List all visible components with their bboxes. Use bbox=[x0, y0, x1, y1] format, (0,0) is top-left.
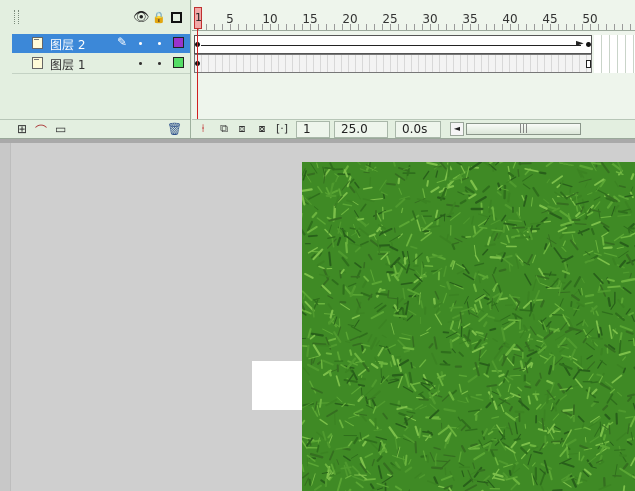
ruler-tick bbox=[334, 24, 335, 30]
ruler-tick bbox=[374, 24, 375, 30]
ruler-tick bbox=[614, 24, 615, 30]
ruler-tick bbox=[414, 24, 415, 30]
ruler-tick bbox=[254, 24, 255, 30]
trash-icon[interactable]: 🗑 bbox=[167, 122, 182, 136]
frame-row-layer-2[interactable]: ► bbox=[192, 35, 635, 54]
ruler-tick bbox=[286, 24, 287, 30]
tween-arrow-line bbox=[201, 45, 581, 46]
ruler-tick bbox=[630, 24, 631, 30]
layer-icon bbox=[32, 37, 43, 49]
grass-image[interactable] bbox=[302, 162, 635, 491]
lock-dot[interactable] bbox=[158, 42, 161, 45]
ruler-tick bbox=[558, 24, 559, 30]
ruler-label: 5 bbox=[226, 12, 234, 26]
playhead[interactable]: 1 bbox=[194, 7, 202, 29]
ruler-label: 10 bbox=[262, 12, 278, 26]
ruler-label: 35 bbox=[462, 12, 478, 26]
visibility-dot[interactable] bbox=[139, 42, 142, 45]
ruler-label: 15 bbox=[302, 12, 318, 26]
playhead-line bbox=[197, 29, 198, 119]
ruler-tick bbox=[534, 24, 535, 30]
stage-left-edge bbox=[0, 143, 11, 491]
ruler-tick bbox=[294, 24, 295, 30]
white-stage[interactable] bbox=[252, 361, 304, 410]
ruler-tick bbox=[622, 24, 623, 30]
add-layer-icon[interactable]: ⊞ bbox=[17, 122, 27, 136]
static-frame-span[interactable] bbox=[194, 54, 592, 73]
ruler-tick bbox=[486, 24, 487, 30]
keyframe[interactable] bbox=[586, 42, 591, 47]
ruler-tick bbox=[406, 24, 407, 30]
layer-toolbar: ⊞ ⌒ ▭ 🗑 bbox=[0, 119, 190, 139]
modify-onion-markers-icon[interactable]: [·] bbox=[275, 122, 289, 136]
empty-frames[interactable] bbox=[594, 35, 635, 54]
ruler-tick bbox=[278, 24, 279, 30]
add-motion-guide-icon[interactable]: ⌒ bbox=[35, 122, 47, 139]
outline-icon[interactable] bbox=[171, 12, 182, 23]
ruler-tick bbox=[598, 24, 599, 30]
ruler-tick bbox=[454, 24, 455, 30]
add-folder-icon[interactable]: ▭ bbox=[55, 122, 66, 136]
ruler-tick bbox=[246, 24, 247, 30]
layer-row-1[interactable]: 图层 1 bbox=[12, 54, 190, 74]
ruler-tick bbox=[526, 24, 527, 30]
end-frame[interactable] bbox=[586, 60, 591, 68]
layer-name: 图层 1 bbox=[50, 58, 86, 72]
frame-rate[interactable]: 25.0 fps bbox=[334, 121, 388, 138]
pencil-icon: ✎ bbox=[117, 35, 128, 49]
ruler-tick bbox=[206, 24, 207, 30]
ruler-label: 30 bbox=[422, 12, 438, 26]
center-frame-icon[interactable]: ⍿ bbox=[196, 122, 210, 136]
panel-gripper[interactable] bbox=[14, 10, 19, 24]
frames-panel: 5 10 15 20 25 30 35 40 45 50 ► 1 ⍿ ⧉ ⧈ ⧇ [·] 1 25… bbox=[192, 0, 635, 138]
timeline-status-bar: ⍿ ⧉ ⧈ ⧇ [·] 1 25.0 fps 0.0s ◄ ||| bbox=[192, 119, 635, 138]
ruler-label: 25 bbox=[382, 12, 398, 26]
onion-skin-outlines-icon[interactable]: ⧈ bbox=[235, 122, 249, 136]
visibility-dot[interactable] bbox=[139, 62, 142, 65]
outline-color-swatch[interactable] bbox=[173, 37, 184, 48]
ruler-label: 20 bbox=[342, 12, 358, 26]
current-frame: 1 bbox=[296, 121, 330, 138]
ruler-tick bbox=[446, 24, 447, 30]
edit-multiple-frames-icon[interactable]: ⧇ bbox=[255, 122, 269, 136]
ruler-tick bbox=[358, 24, 359, 30]
ruler-tick bbox=[214, 24, 215, 30]
onion-skin-icon[interactable]: ⧉ bbox=[217, 122, 231, 136]
ruler-tick bbox=[518, 24, 519, 30]
frame-ruler[interactable]: 5 10 15 20 25 30 35 40 45 50 bbox=[192, 0, 635, 31]
lock-dot[interactable] bbox=[158, 62, 161, 65]
ruler-tick bbox=[494, 24, 495, 30]
panel-divider[interactable] bbox=[0, 139, 635, 143]
timeline-panel: 👁 🔒 图层 2 ✎ 图层 1 ⊞ ⌒ ▭ 🗑 5 10 15 20 25 30 35 40 4… bbox=[0, 0, 635, 139]
elapsed-time: 0.0s bbox=[395, 121, 441, 138]
ruler-tick bbox=[398, 24, 399, 30]
arrow-icon: ► bbox=[576, 38, 584, 49]
ruler-label: 45 bbox=[542, 12, 558, 26]
ruler-tick bbox=[574, 24, 575, 30]
ruler-tick bbox=[222, 24, 223, 30]
frame-row-layer-1[interactable] bbox=[192, 54, 635, 73]
ruler-tick bbox=[318, 24, 319, 30]
scroll-thumb[interactable]: ||| bbox=[466, 123, 581, 135]
ruler-label: 40 bbox=[502, 12, 518, 26]
eye-icon[interactable]: 👁 bbox=[133, 11, 150, 24]
ruler-tick bbox=[366, 24, 367, 30]
ruler-tick bbox=[438, 24, 439, 30]
lock-icon[interactable]: 🔒 bbox=[152, 11, 166, 24]
ruler-tick bbox=[566, 24, 567, 30]
layer-name: 图层 2 bbox=[50, 38, 86, 52]
empty-frames[interactable] bbox=[594, 54, 635, 73]
timeline-scrollbar[interactable]: ◄ ||| bbox=[450, 122, 635, 137]
scroll-left-button[interactable]: ◄ bbox=[450, 122, 464, 136]
ruler-tick bbox=[326, 24, 327, 30]
layer-panel: 👁 🔒 图层 2 ✎ 图层 1 ⊞ ⌒ ▭ 🗑 bbox=[0, 0, 191, 138]
layer-row-2[interactable]: 图层 2 ✎ bbox=[12, 34, 190, 53]
ruler-tick bbox=[606, 24, 607, 30]
layer-icon bbox=[32, 57, 43, 69]
outline-color-swatch[interactable] bbox=[173, 57, 184, 68]
ruler-label: 50 bbox=[582, 12, 598, 26]
ruler-tick bbox=[238, 24, 239, 30]
ruler-tick bbox=[478, 24, 479, 30]
